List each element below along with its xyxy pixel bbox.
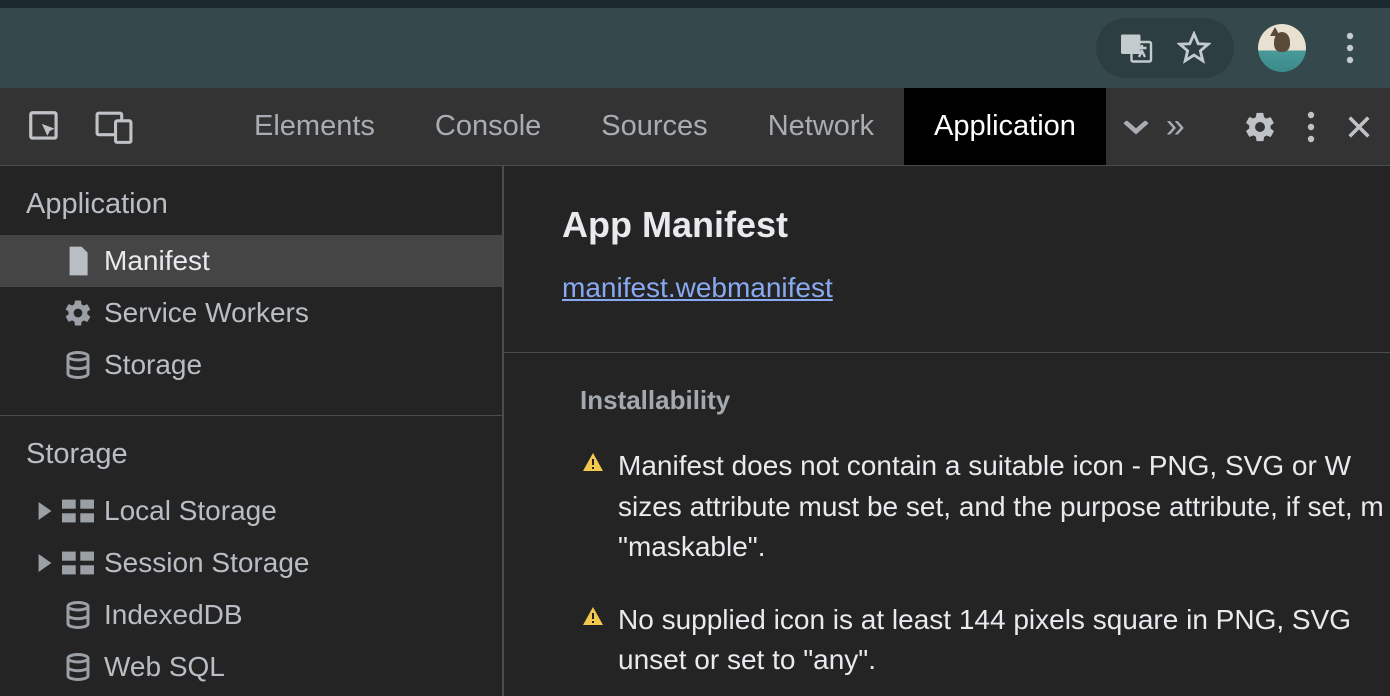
database-icon: [56, 600, 100, 630]
sidebar-item-websql[interactable]: Web SQL: [0, 641, 502, 693]
tab-label: Network: [768, 110, 874, 143]
sidebar-item-service-workers[interactable]: Service Workers: [0, 287, 502, 339]
settings-icon[interactable]: [1243, 110, 1277, 144]
sidebar-item-indexeddb[interactable]: IndexedDB: [0, 589, 502, 641]
sidebar-item-label: Manifest: [104, 245, 210, 277]
sidebar-item-session-storage[interactable]: Session Storage: [0, 537, 502, 589]
page-title: App Manifest: [562, 204, 1390, 246]
sidebar-item-label: IndexedDB: [104, 599, 243, 631]
sidebar-item-label: Session Storage: [104, 547, 309, 579]
warning-text: Manifest does not contain a suitable ico…: [618, 446, 1386, 568]
section-header-application: Application: [0, 166, 502, 235]
tab-label: Sources: [601, 110, 707, 143]
tab-sources[interactable]: Sources: [571, 88, 737, 165]
sidebar-item-manifest[interactable]: Manifest: [0, 235, 502, 287]
close-icon[interactable]: [1345, 113, 1373, 141]
database-icon: [56, 652, 100, 682]
sidebar-item-label: Storage: [104, 349, 202, 381]
browser-menu-icon[interactable]: [1330, 28, 1370, 68]
warning-icon: [580, 605, 606, 629]
device-toggle-icon[interactable]: [94, 108, 134, 146]
warning-icon: [580, 451, 606, 475]
sidebar-item-label: Service Workers: [104, 297, 309, 329]
tab-elements[interactable]: Elements: [224, 88, 405, 165]
kebab-menu-icon[interactable]: [1307, 111, 1315, 143]
tab-application[interactable]: Application: [904, 88, 1106, 165]
database-icon: [56, 350, 100, 380]
manifest-link[interactable]: manifest.webmanifest: [562, 272, 833, 304]
more-tabs-chevrons-icon[interactable]: »: [1166, 88, 1185, 165]
more-tabs-icon[interactable]: »: [1106, 88, 1166, 165]
tab-network[interactable]: Network: [738, 88, 904, 165]
tab-label: Application: [934, 110, 1076, 143]
sidebar-item-label: Web SQL: [104, 651, 225, 683]
tab-console[interactable]: Console: [405, 88, 571, 165]
installability-heading: Installability: [580, 385, 1390, 416]
tab-label: Elements: [254, 110, 375, 143]
avatar[interactable]: [1258, 24, 1306, 72]
chevron-right-icon: [34, 554, 56, 572]
warning-text: No supplied icon is at least 144 pixels …: [618, 600, 1386, 681]
star-icon[interactable]: [1174, 28, 1214, 68]
sidebar-item-label: Local Storage: [104, 495, 277, 527]
section-header-storage: Storage: [0, 416, 502, 485]
table-icon: [56, 499, 100, 523]
gear-icon: [56, 298, 100, 328]
chevron-right-icon: [34, 502, 56, 520]
file-icon: [56, 246, 100, 276]
inspect-icon[interactable]: [26, 108, 64, 146]
translate-icon[interactable]: G: [1116, 28, 1156, 68]
sidebar-item-local-storage[interactable]: Local Storage: [0, 485, 502, 537]
sidebar-item-storage[interactable]: Storage: [0, 339, 502, 391]
tab-label: Console: [435, 110, 541, 143]
table-icon: [56, 551, 100, 575]
